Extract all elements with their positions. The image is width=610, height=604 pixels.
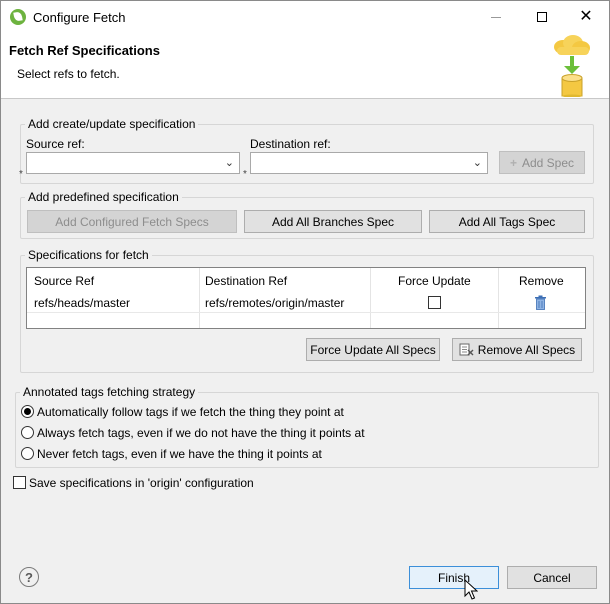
- add-spec-label: Add Spec: [521, 155, 575, 170]
- radio-always-fetch-tags[interactable]: [21, 426, 34, 439]
- help-icon[interactable]: ?: [19, 567, 39, 587]
- finish-button[interactable]: Finish: [409, 566, 499, 589]
- remove-all-icon: [459, 343, 474, 355]
- add-all-branches-spec-button[interactable]: Add All Branches Spec: [244, 210, 422, 233]
- save-in-origin-checkbox[interactable]: [13, 476, 26, 489]
- radio-always-fetch-tags-label[interactable]: Always fetch tags, even if we do not hav…: [37, 426, 365, 440]
- maximize-button[interactable]: [519, 1, 565, 33]
- spring-app-icon: [10, 9, 26, 25]
- chevron-down-icon: ⌄: [472, 157, 482, 169]
- page-title: Fetch Ref Specifications: [9, 43, 160, 58]
- force-update-checkbox[interactable]: [428, 296, 441, 309]
- radio-auto-follow-tags[interactable]: [21, 405, 34, 418]
- add-configured-fetch-specs-button[interactable]: Add Configured Fetch Specs: [27, 210, 237, 233]
- row-destination-ref[interactable]: refs/remotes/origin/master: [205, 296, 344, 310]
- title-bar: Configure Fetch ✕: [1, 1, 609, 33]
- column-separator: [498, 268, 499, 328]
- column-header-force-update[interactable]: Force Update: [398, 274, 471, 288]
- create-spec-group-label: Add create/update specification: [25, 117, 199, 131]
- close-icon: ✕: [579, 8, 593, 25]
- add-all-tags-spec-button[interactable]: Add All Tags Spec: [429, 210, 585, 233]
- add-icon: +: [509, 155, 517, 170]
- minimize-button[interactable]: [473, 1, 519, 33]
- destination-required-marker: *: [243, 169, 247, 180]
- row-source-ref[interactable]: refs/heads/master: [34, 296, 130, 310]
- minimize-icon: [491, 16, 501, 18]
- chevron-down-icon: ⌄: [224, 157, 234, 169]
- column-header-destination-ref[interactable]: Destination Ref: [205, 274, 287, 288]
- cloud-to-database-icon: [554, 35, 590, 97]
- configure-fetch-dialog: Configure Fetch ✕ Fetch Ref Specificatio…: [0, 0, 610, 604]
- column-separator: [199, 268, 200, 328]
- column-separator: [370, 268, 371, 328]
- specs-table: Source Ref Destination Ref Force Update …: [26, 267, 586, 329]
- radio-auto-follow-tags-label[interactable]: Automatically follow tags if we fetch th…: [37, 405, 344, 419]
- destination-ref-combo[interactable]: ⌄: [250, 152, 488, 174]
- header-banner: Fetch Ref Specifications Select refs to …: [1, 33, 609, 99]
- force-update-all-specs-button[interactable]: Force Update All Specs: [306, 338, 440, 361]
- predefined-group-label: Add predefined specification: [25, 190, 182, 204]
- source-ref-label: Source ref:: [26, 137, 85, 151]
- page-description: Select refs to fetch.: [17, 67, 120, 81]
- close-button[interactable]: ✕: [563, 1, 609, 33]
- remove-all-specs-label: Remove All Specs: [477, 342, 576, 357]
- add-spec-button[interactable]: + Add Spec: [499, 151, 585, 174]
- row-separator: [27, 312, 585, 313]
- source-required-marker: *: [19, 169, 23, 180]
- radio-never-fetch-tags-label[interactable]: Never fetch tags, even if we have the th…: [37, 447, 322, 461]
- column-header-remove[interactable]: Remove: [519, 274, 564, 288]
- destination-ref-label: Destination ref:: [250, 137, 331, 151]
- cancel-button[interactable]: Cancel: [507, 566, 597, 589]
- source-ref-combo[interactable]: ⌄: [26, 152, 240, 174]
- column-header-source-ref[interactable]: Source Ref: [34, 274, 94, 288]
- maximize-icon: [537, 12, 547, 22]
- radio-never-fetch-tags[interactable]: [21, 447, 34, 460]
- remove-all-specs-button[interactable]: Remove All Specs: [452, 338, 582, 361]
- window-title: Configure Fetch: [33, 10, 126, 25]
- trash-icon[interactable]: [534, 295, 547, 310]
- save-in-origin-label[interactable]: Save specifications in 'origin' configur…: [29, 476, 254, 490]
- specs-group-label: Specifications for fetch: [25, 248, 152, 262]
- mouse-cursor-icon: [464, 579, 478, 600]
- tags-group-label: Annotated tags fetching strategy: [20, 385, 199, 399]
